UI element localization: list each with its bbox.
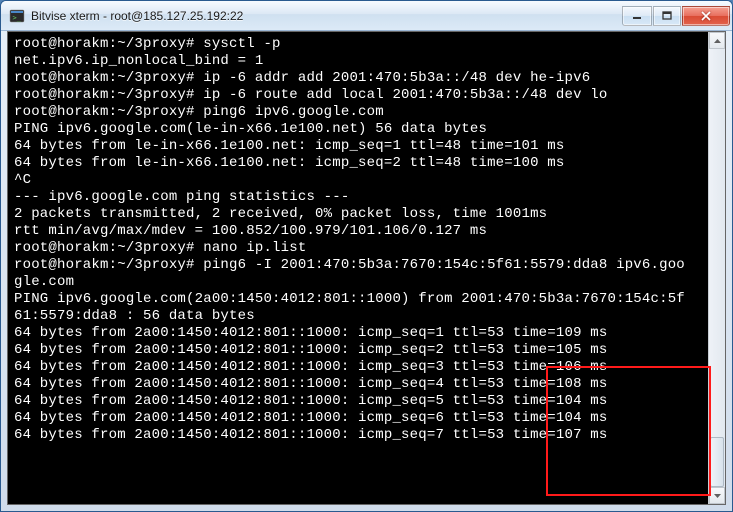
scroll-thumb[interactable]	[710, 437, 724, 487]
terminal-line: ^C	[14, 172, 702, 189]
terminal-line: PING ipv6.google.com(2a00:1450:4012:801:…	[14, 291, 702, 308]
terminal-line: 64 bytes from 2a00:1450:4012:801::1000: …	[14, 376, 702, 393]
terminal-line: gle.com	[14, 274, 702, 291]
terminal-line: root@horakm:~/3proxy# ip -6 addr add 200…	[14, 70, 702, 87]
terminal-line: net.ipv6.ip_nonlocal_bind = 1	[14, 53, 702, 70]
terminal-line: root@horakm:~/3proxy# ip -6 route add lo…	[14, 87, 702, 104]
scroll-track[interactable]	[709, 49, 725, 487]
terminal-line: 61:5579:dda8 : 56 data bytes	[14, 308, 702, 325]
titlebar[interactable]: >_ Bitvise xterm - root@185.127.25.192:2…	[1, 1, 732, 31]
terminal-line: root@horakm:~/3proxy# ping6 -I 2001:470:…	[14, 257, 702, 274]
terminal-line: 64 bytes from 2a00:1450:4012:801::1000: …	[14, 359, 702, 376]
vertical-scrollbar[interactable]	[708, 32, 725, 504]
terminal-line: rtt min/avg/max/mdev = 100.852/100.979/1…	[14, 223, 702, 240]
terminal-line: 2 packets transmitted, 2 received, 0% pa…	[14, 206, 702, 223]
terminal-line: root@horakm:~/3proxy# nano ip.list	[14, 240, 702, 257]
terminal-line: 64 bytes from 2a00:1450:4012:801::1000: …	[14, 393, 702, 410]
xterm-window: >_ Bitvise xterm - root@185.127.25.192:2…	[0, 0, 733, 512]
window-controls	[622, 6, 730, 26]
terminal-line: 64 bytes from 2a00:1450:4012:801::1000: …	[14, 427, 702, 444]
svg-text:>_: >_	[13, 14, 22, 22]
terminal-line: PING ipv6.google.com(le-in-x66.1e100.net…	[14, 121, 702, 138]
terminal-line: 64 bytes from 2a00:1450:4012:801::1000: …	[14, 325, 702, 342]
minimize-button[interactable]	[622, 6, 652, 26]
terminal-line: 64 bytes from le-in-x66.1e100.net: icmp_…	[14, 138, 702, 155]
terminal-line: 64 bytes from 2a00:1450:4012:801::1000: …	[14, 410, 702, 427]
scroll-down-button[interactable]	[709, 487, 725, 504]
terminal-line: 64 bytes from 2a00:1450:4012:801::1000: …	[14, 342, 702, 359]
window-title: Bitvise xterm - root@185.127.25.192:22	[31, 9, 622, 23]
terminal-line: root@horakm:~/3proxy# ping6 ipv6.google.…	[14, 104, 702, 121]
terminal-line: root@horakm:~/3proxy# sysctl -p	[14, 36, 702, 53]
terminal-area: root@horakm:~/3proxy# sysctl -pnet.ipv6.…	[7, 31, 726, 505]
scroll-up-button[interactable]	[709, 32, 725, 49]
terminal-output[interactable]: root@horakm:~/3proxy# sysctl -pnet.ipv6.…	[8, 32, 708, 504]
close-button[interactable]	[682, 6, 730, 26]
terminal-line: 64 bytes from le-in-x66.1e100.net: icmp_…	[14, 155, 702, 172]
terminal-line: --- ipv6.google.com ping statistics ---	[14, 189, 702, 206]
app-icon: >_	[9, 8, 25, 24]
maximize-button[interactable]	[653, 6, 681, 26]
